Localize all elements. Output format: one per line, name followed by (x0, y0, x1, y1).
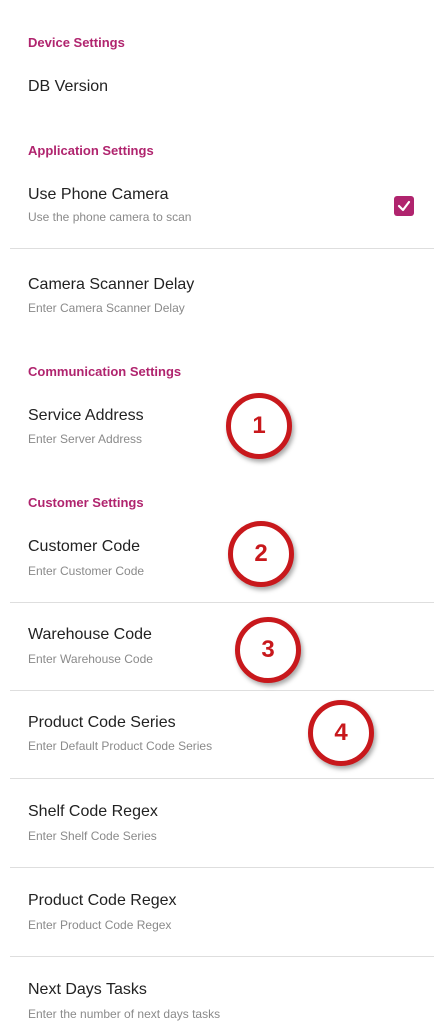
pref-product-code-regex[interactable]: Product Code Regex Enter Product Code Re… (0, 868, 434, 956)
section-header-communication-settings: Communication Settings (28, 364, 182, 379)
pref-summary: Enter Default Product Code Series (28, 739, 213, 753)
pref-summary: Enter Warehouse Code (28, 652, 153, 666)
pref-shelf-code-regex[interactable]: Shelf Code Regex Enter Shelf Code Series (0, 779, 434, 867)
pref-title: Product Code Series (28, 714, 176, 731)
annotation-marker-4: 4 (308, 700, 374, 766)
annotation-marker-1: 1 (226, 393, 292, 459)
pref-title: Service Address (28, 407, 144, 424)
annotation-marker-2: 2 (228, 521, 294, 587)
settings-screen: Device Settings DB Version Application S… (0, 0, 434, 1034)
pref-summary: Enter Server Address (28, 432, 143, 446)
pref-summary: Enter Product Code Regex (28, 918, 172, 932)
pref-summary: Enter the number of next days tasks (28, 1007, 221, 1021)
pref-next-days-tasks[interactable]: Next Days Tasks Enter the number of next… (0, 957, 434, 1034)
pref-summary: Enter Camera Scanner Delay (28, 301, 185, 315)
pref-warehouse-code[interactable]: Warehouse Code Enter Warehouse Code (0, 603, 434, 690)
pref-title: Use Phone Camera (28, 186, 169, 203)
checkmark-icon (397, 200, 411, 212)
pref-title: Product Code Regex (28, 892, 177, 909)
pref-summary: Enter Shelf Code Series (28, 829, 157, 843)
pref-summary: Enter Customer Code (28, 564, 145, 578)
pref-use-phone-camera[interactable]: Use Phone Camera Use the phone camera to… (0, 170, 434, 248)
pref-title: Next Days Tasks (28, 981, 147, 998)
use-phone-camera-checkbox[interactable] (394, 196, 414, 216)
section-header-customer-settings: Customer Settings (28, 495, 144, 510)
pref-title: DB Version (28, 78, 109, 95)
pref-camera-scanner-delay[interactable]: Camera Scanner Delay Enter Camera Scanne… (0, 249, 434, 334)
pref-db-version[interactable]: DB Version (0, 60, 434, 115)
pref-customer-code[interactable]: Customer Code Enter Customer Code (0, 520, 434, 602)
pref-summary: Use the phone camera to scan (28, 210, 192, 224)
pref-service-address[interactable]: Service Address Enter Server Address (0, 390, 434, 470)
section-header-device-settings: Device Settings (28, 35, 125, 50)
pref-title: Camera Scanner Delay (28, 276, 195, 293)
pref-title: Customer Code (28, 538, 141, 555)
pref-title: Shelf Code Regex (28, 803, 158, 820)
section-header-application-settings: Application Settings (28, 143, 154, 158)
pref-title: Warehouse Code (28, 626, 152, 643)
annotation-marker-3: 3 (235, 617, 301, 683)
